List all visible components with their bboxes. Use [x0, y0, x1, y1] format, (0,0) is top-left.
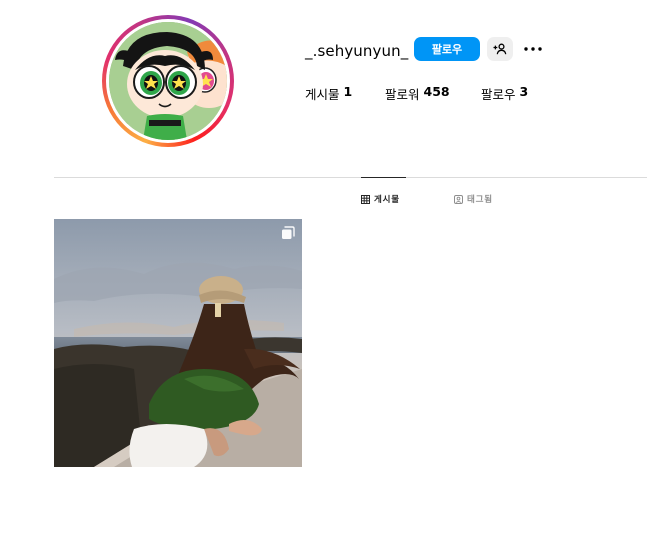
following-stat-label: 팔로우 — [481, 87, 516, 102]
tabs-divider — [54, 177, 647, 178]
following-stat-count: 3 — [519, 84, 529, 99]
followers-stat[interactable]: 팔로워 458 — [385, 84, 481, 103]
tagged-person-icon — [454, 194, 463, 204]
powerpuff-avatar-illustration — [109, 22, 227, 140]
profile-stats: 게시물 1 팔로워 458 팔로우 3 — [305, 84, 528, 103]
following-stat[interactable]: 팔로우 3 — [481, 84, 528, 103]
more-options-button[interactable] — [522, 40, 544, 58]
avatar-image — [109, 22, 227, 140]
post-thumbnail[interactable] — [54, 219, 302, 467]
avatar[interactable] — [102, 15, 234, 147]
posts-stat-label: 게시물 — [305, 87, 340, 102]
tab-tagged[interactable]: 태그됨 — [454, 192, 493, 206]
posts-stat: 게시물 1 — [305, 84, 385, 103]
add-person-icon — [493, 43, 507, 55]
posts-stat-count: 1 — [343, 84, 353, 99]
followers-stat-label: 팔로워 — [385, 87, 420, 102]
more-horizontal-icon — [524, 47, 542, 51]
tab-posts-label: 게시물 — [374, 195, 400, 205]
multiple-photos-icon — [282, 226, 295, 239]
active-tab-indicator — [361, 177, 406, 178]
profile-username: _.sehyunyun_ — [305, 42, 409, 60]
tab-tagged-label: 태그됨 — [467, 195, 493, 205]
profile-page: _.sehyunyun_ 팔로우 게시물 1 팔로워 458 팔로우 3 게시물… — [0, 0, 647, 533]
post-photo — [54, 219, 302, 467]
grid-icon — [361, 194, 370, 204]
suggested-accounts-button[interactable] — [487, 37, 513, 61]
followers-stat-count: 458 — [423, 84, 450, 99]
follow-button[interactable]: 팔로우 — [414, 37, 480, 61]
tab-posts[interactable]: 게시물 — [361, 192, 400, 206]
